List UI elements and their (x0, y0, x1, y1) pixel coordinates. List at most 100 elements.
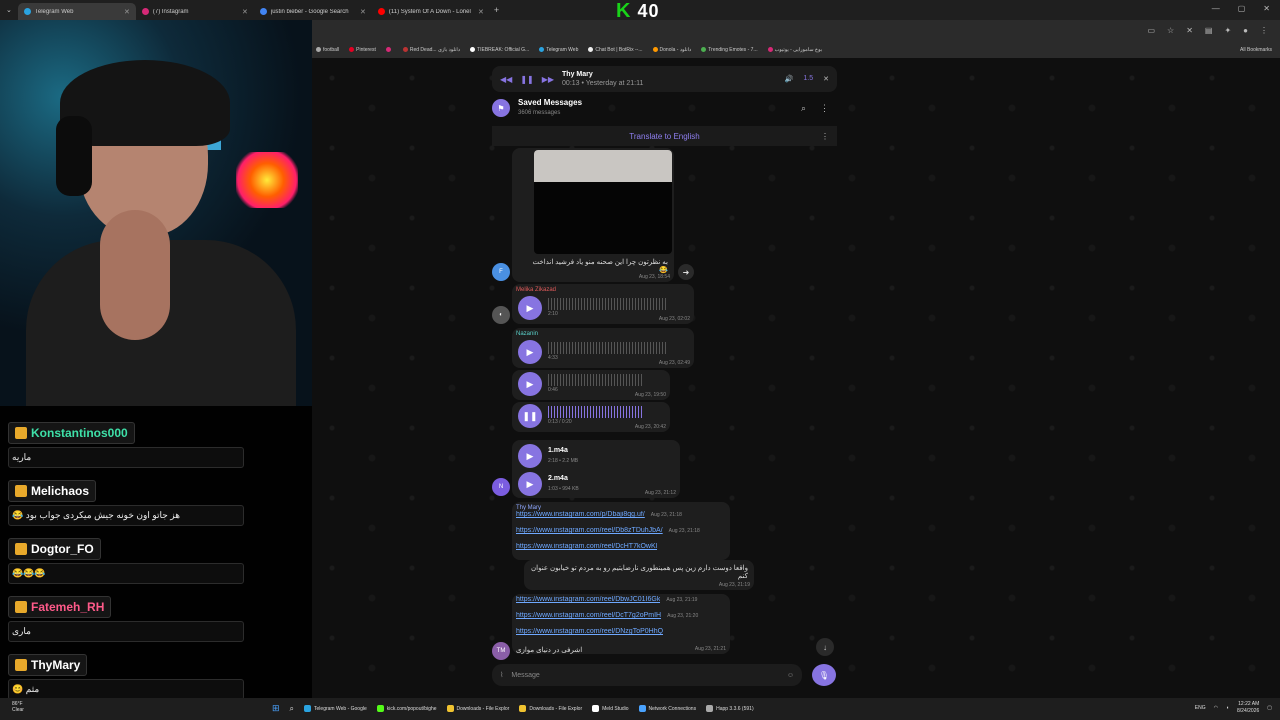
all-bookmarks-link[interactable]: All Bookmarks (1240, 47, 1272, 53)
chat-username[interactable]: Fatemeh_RH (8, 596, 112, 618)
search-icon[interactable]: ⌕ (801, 103, 806, 114)
attach-icon[interactable]: ⌇ (500, 671, 503, 679)
chat-username[interactable]: Konstantinos000 (8, 422, 135, 444)
mic-button[interactable]: 🎙 (812, 664, 836, 686)
instagram-link[interactable]: https://www.instagram.com/reel/Db8zTDuhJ… (516, 527, 663, 534)
voice-message: ▶ 0:46 Aug 23, 19:50 (512, 370, 670, 400)
browser-tab[interactable]: Telegram Web ✕ (17, 3, 136, 20)
last-message-text: اشرفی در دنیای موازی (516, 647, 583, 654)
tab-favicon-icon (141, 8, 149, 15)
emoji-icon[interactable]: ☺ (787, 672, 794, 679)
play-icon[interactable]: ▶ (518, 340, 542, 364)
bookmark-item[interactable]: Trending Emotes - 7... (701, 47, 758, 53)
chat-header[interactable]: ⚑ Saved Messages 3606 messages ⌕ ⋮ (492, 94, 837, 122)
chat-text: ماری (8, 621, 244, 642)
taskbar-app[interactable]: Meld Studio (592, 705, 629, 712)
close-tab-icon[interactable]: ✕ (478, 8, 484, 16)
notifications-icon[interactable]: ▢ (1267, 705, 1272, 711)
forward-icon[interactable]: ➜ (678, 264, 694, 280)
avatar[interactable]: ◐ (492, 306, 510, 324)
badge-icon (15, 659, 27, 671)
play-icon[interactable]: ▶ (518, 296, 542, 320)
close-tab-icon[interactable]: ✕ (242, 8, 248, 16)
taskbar-app[interactable]: Happ 3.3.6 (591) (706, 705, 754, 712)
volume-icon[interactable]: ◖ (1226, 705, 1229, 711)
bookmark-item[interactable]: football (316, 47, 339, 53)
bookmark-label: Chat Bot | BotRix --... (595, 47, 643, 53)
browser-tab[interactable]: justin bieber - Google Search ✕ (254, 3, 372, 20)
close-player-icon[interactable]: ✕ (823, 75, 829, 83)
close-tab-icon[interactable]: ✕ (124, 8, 130, 16)
avatar[interactable]: N (492, 478, 510, 496)
chat-username[interactable]: Dogtor_FO (8, 538, 101, 560)
player-info[interactable]: Thy Mary 00:13 • Yesterday at 21:11 (562, 70, 777, 88)
file-item[interactable]: ▶ 1.m4a 2:18 • 2.2 MB (518, 444, 668, 468)
instagram-link[interactable]: https://www.instagram.com/reel/DNzgToP0H… (516, 628, 663, 635)
avatar[interactable]: TM (492, 642, 510, 660)
taskbar-app[interactable]: Network Connections (638, 705, 696, 712)
bookmark-item[interactable]: TIEBREAK: Official G... (470, 47, 529, 53)
play-icon[interactable]: ▶ (518, 472, 542, 496)
puzzle-icon[interactable]: ✦ (1224, 26, 1231, 35)
instagram-link[interactable]: https://www.instagram.com/reel/DcT7g2oPm… (516, 612, 661, 619)
voice-waveform[interactable] (548, 406, 644, 418)
video-thumbnail[interactable] (534, 150, 672, 254)
chat-menu-icon[interactable]: ⋮ (820, 103, 829, 114)
voice-waveform[interactable] (548, 298, 668, 310)
close-tab-icon[interactable]: ✕ (360, 8, 366, 16)
new-tab-button[interactable]: + (494, 5, 499, 15)
cast-icon[interactable]: ▭ (1147, 26, 1155, 35)
voice-waveform[interactable] (548, 342, 668, 354)
links2-message: https://www.instagram.com/reel/DbwJC01I6… (512, 594, 730, 654)
close-window-icon[interactable]: ✕ (1263, 4, 1270, 13)
video-message[interactable]: به نظرتون چرا این صحنه منو یاد فرشید اند… (512, 148, 674, 282)
taskbar-app[interactable]: Telegram Web - Google (304, 705, 367, 712)
play-icon[interactable]: ▶ (518, 444, 542, 468)
language-indicator[interactable]: ENG (1195, 705, 1206, 711)
start-icon[interactable]: ⊞ (272, 703, 280, 714)
rewind-icon[interactable]: ◀◀ (500, 75, 512, 84)
tab-search-icon[interactable]: ⌄ (0, 6, 18, 14)
pause-icon[interactable]: ❚❚ (518, 404, 542, 428)
instagram-link[interactable]: https://www.instagram.com/reel/DbwJC01I6… (516, 596, 660, 603)
voice-waveform[interactable] (548, 374, 644, 386)
avatar[interactable]: F (492, 263, 510, 281)
bookmark-item[interactable]: Telegram Web (539, 47, 578, 53)
maximize-icon[interactable]: ▢ (1238, 4, 1246, 13)
bookmark-item[interactable]: Pinterest (349, 47, 376, 53)
bookmark-item[interactable]: Red Dead... دانلود بازی (402, 47, 460, 53)
chat-username[interactable]: Melichaos (8, 480, 97, 502)
bookmark-item[interactable]: Donola - دانلود (652, 47, 691, 53)
star-icon[interactable]: ☆ (1167, 26, 1174, 35)
taskbar-app[interactable]: Downloads - File Explor (519, 705, 582, 712)
translate-bar[interactable]: Translate to English ⋮ (492, 126, 837, 146)
browser-menu-icon[interactable]: ⋮ (1260, 26, 1268, 35)
pause-icon[interactable]: ❚❚ (520, 75, 533, 84)
playback-speed[interactable]: 1.5 (803, 75, 813, 83)
wifi-icon[interactable]: ◠ (1214, 705, 1218, 711)
taskbar-app[interactable]: kick.com/popout/bighe (376, 705, 437, 712)
play-icon[interactable]: ▶ (518, 372, 542, 396)
extension-icon[interactable]: ✕ (1186, 26, 1193, 35)
clock[interactable]: 12:22 AM 8/24/2026 (1237, 701, 1259, 715)
browser-tab[interactable]: (11) System Of A Down - Lonel ✕ (372, 3, 490, 20)
weather-widget[interactable]: 86°F Clear (12, 701, 24, 713)
bookmark-item[interactable] (385, 47, 393, 53)
instagram-link[interactable]: https://www.instagram.com/p/Dbaji8qg.uf/ (516, 511, 645, 518)
forward-icon[interactable]: ▶▶ (542, 75, 554, 84)
volume-icon[interactable]: 🔊 (785, 75, 794, 83)
minimize-icon[interactable]: — (1212, 4, 1220, 13)
bookmark-item[interactable]: Chat Bot | BotRix --... (588, 47, 643, 53)
save-icon[interactable]: ▤ (1205, 26, 1213, 35)
search-icon[interactable]: ⌕ (290, 704, 294, 714)
taskbar-app[interactable]: Downloads - File Explor (446, 705, 509, 712)
taskbar: 86°F Clear ⊞ ⌕ Telegram Web - Google kick… (0, 698, 1280, 720)
browser-tab[interactable]: (7) Instagram ✕ (136, 3, 254, 20)
instagram-link[interactable]: https://www.instagram.com/reel/DcHT7kOwK… (516, 543, 657, 550)
bookmark-item[interactable]: بوخ سامورایی - یوتیوب (767, 47, 822, 53)
chat-username[interactable]: ThyMary (8, 654, 88, 676)
profile-icon[interactable]: ● (1243, 26, 1248, 35)
translate-menu-icon[interactable]: ⋮ (821, 132, 829, 141)
scroll-down-button[interactable]: ↓ (816, 638, 834, 656)
message-input[interactable]: Message (511, 672, 778, 679)
